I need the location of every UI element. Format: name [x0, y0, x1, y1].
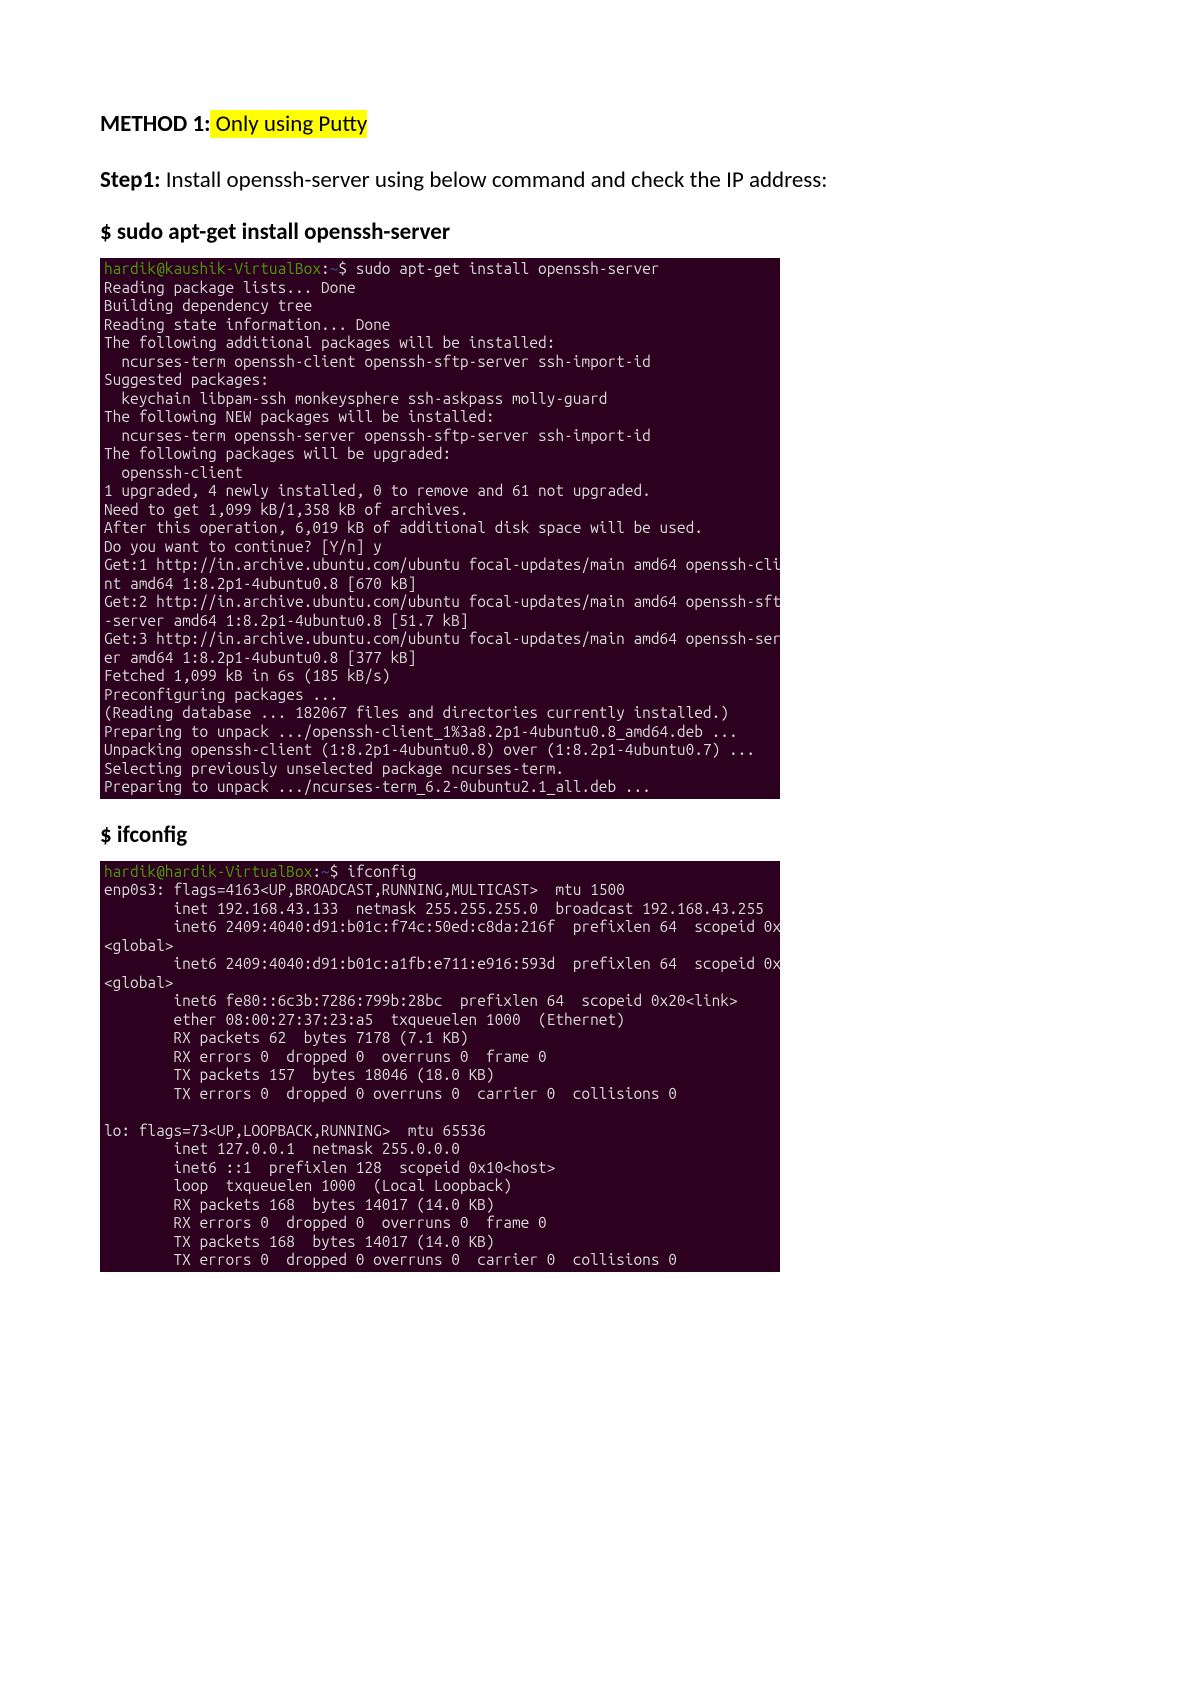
method-label: METHOD 1: [100, 110, 210, 138]
terminal-output-1: hardik@kaushik-VirtualBox:~$ sudo apt-ge… [100, 258, 780, 799]
command1-heading: $ sudo apt-get install openssh-server [100, 218, 1100, 246]
method-heading: METHOD 1: Only using Putty [100, 110, 1100, 138]
method-highlighted-text: Only using Putty [210, 110, 367, 138]
step1-text: Install openssh-server using below comma… [161, 166, 828, 194]
document-page: METHOD 1: Only using Putty Step1: Instal… [0, 0, 1200, 1332]
step1-line: Step1: Install openssh-server using belo… [100, 166, 1100, 194]
step1-label: Step1: [100, 166, 161, 194]
command2-heading: $ ifconfig [100, 821, 1100, 849]
terminal-output-2: hardik@hardik-VirtualBox:~$ ifconfig enp… [100, 861, 780, 1272]
